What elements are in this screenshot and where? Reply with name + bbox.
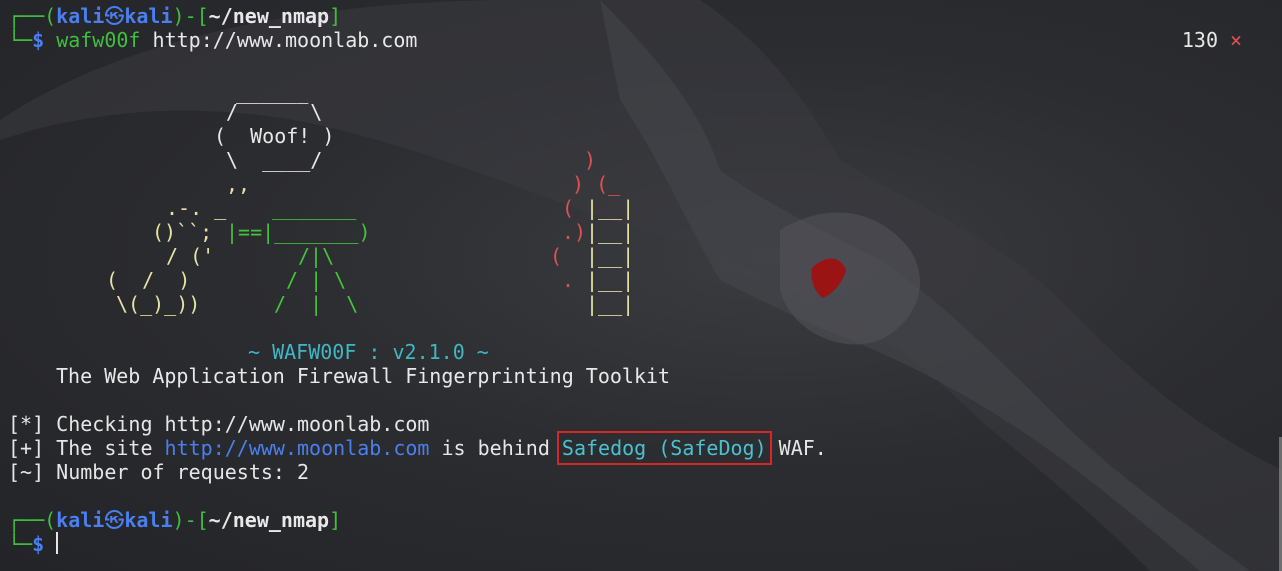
text-cursor <box>56 532 58 554</box>
cannon-body: |==|_______) <box>226 220 371 244</box>
prompt-paren-open: ( <box>44 4 57 28</box>
prompt-host: kali <box>124 4 173 28</box>
prompt-bracket-open: [ <box>196 4 209 28</box>
prompt2-bracket-close: ] <box>329 508 342 532</box>
prompt2-dollar: $ <box>32 532 45 556</box>
waf-name-highlight: Safedog (SafeDog) <box>556 431 772 465</box>
input-line[interactable]: └─$ <box>8 532 44 556</box>
output-checking: [*] Checking http://www.moonlab.com <box>8 412 429 436</box>
output-result-url: http://www.moonlab.com <box>164 436 430 460</box>
output-requests-text: Number of requests: 2 <box>56 460 310 484</box>
prompt-paren-close: ) <box>172 4 185 28</box>
prompt-line-top: ┌──(kali㉿kali)-[~/new_nmap] <box>8 4 341 28</box>
prompt-user: kali <box>56 4 105 28</box>
output-prefix-star: [*] <box>8 412 45 436</box>
prompt2-path: ~/new_nmap <box>208 508 330 532</box>
dog-ascii-5: ( / ) <box>106 268 191 292</box>
stand-ascii-2: / | \ <box>286 268 347 292</box>
command-line: └─$ wafw00f http://www.moonlab.com <box>8 28 417 52</box>
wall-ascii-5: |__| <box>586 292 635 316</box>
dog-ascii-3: ()``; <box>152 220 213 244</box>
fire-ascii-5: ( <box>550 244 563 268</box>
output-checking-text: Checking http://www.moonlab.com <box>56 412 430 436</box>
output-result: [+] The site http://www.moonlab.com is b… <box>8 431 827 465</box>
prompt2-corner-bottom: └─ <box>8 532 33 556</box>
prompt2-bracket-open: [ <box>196 508 209 532</box>
prompt2-host: kali <box>124 508 173 532</box>
banner-title: ~ WAFW00F : v2.1.0 ~ <box>248 340 489 364</box>
prompt-bracket-close: ] <box>329 4 342 28</box>
kali-dragon-wallpaper <box>0 0 1282 571</box>
stand-ascii-3: / | \ <box>274 292 359 316</box>
fire-ascii-3: ( <box>562 196 575 220</box>
prompt2-paren-close: ) <box>172 508 185 532</box>
output-prefix-tilde: [~] <box>8 460 45 484</box>
output-prefix-plus: [+] <box>8 436 45 460</box>
output-requests: [~] Number of requests: 2 <box>8 460 309 484</box>
prompt-corner-top: ┌── <box>8 4 45 28</box>
fire-ascii-6: . <box>562 268 575 292</box>
exit-code: 130 <box>1181 28 1218 52</box>
prompt-path: ~/new_nmap <box>208 4 330 28</box>
prompt2-line-top: ┌──(kali㉿kali)-[~/new_nmap] <box>8 508 341 532</box>
terminal-window[interactable]: ┌──(kali㉿kali)-[~/new_nmap] └─$ wafw00f … <box>0 0 1282 571</box>
wall-ascii-1: |__| <box>586 196 635 220</box>
error-x-icon: × <box>1229 28 1242 52</box>
dog-ascii-6: \(_)_)) <box>116 292 201 316</box>
prompt-corner-bottom: └─ <box>8 28 33 52</box>
bubble-side: / \ <box>226 100 323 124</box>
dog-ascii-2: .-. _ <box>166 196 227 220</box>
bubble-bottom: \ ____/ <box>226 148 323 172</box>
prompt2-dash: - <box>184 508 197 532</box>
wall-ascii-2: |__| <box>586 220 635 244</box>
command-name: wafw00f <box>56 28 141 52</box>
wall-ascii-4: |__| <box>586 268 635 292</box>
fire-ascii-2: ) (_ <box>572 172 621 196</box>
fire-ascii-4: .) <box>562 220 587 244</box>
prompt2-corner-top: ┌── <box>8 508 45 532</box>
output-result-text3: WAF. <box>778 436 827 460</box>
bubble-text: ( Woof! ) <box>214 124 335 148</box>
output-result-text1: The site <box>56 436 153 460</box>
prompt2-at-symbol: ㉿ <box>104 508 125 532</box>
dragon-eye-icon <box>811 258 846 298</box>
cannon-top: _______ <box>272 196 357 220</box>
banner-subtitle: The Web Application Firewall Fingerprint… <box>56 364 671 388</box>
prompt-dash: - <box>184 4 197 28</box>
stand-ascii-1: /|\ <box>298 244 335 268</box>
dog-ascii-1: ,, <box>226 172 251 196</box>
fire-ascii-1: ) <box>584 148 597 172</box>
prompt2-paren-open: ( <box>44 508 57 532</box>
prompt-at-symbol: ㉿ <box>104 4 125 28</box>
wall-ascii-3: |__| <box>586 244 635 268</box>
dog-ascii-4: / (' <box>166 244 215 268</box>
prompt2-user: kali <box>56 508 105 532</box>
command-argument: http://www.moonlab.com <box>152 28 418 52</box>
output-result-text2: is behind <box>441 436 550 460</box>
prompt-dollar: $ <box>32 28 45 52</box>
